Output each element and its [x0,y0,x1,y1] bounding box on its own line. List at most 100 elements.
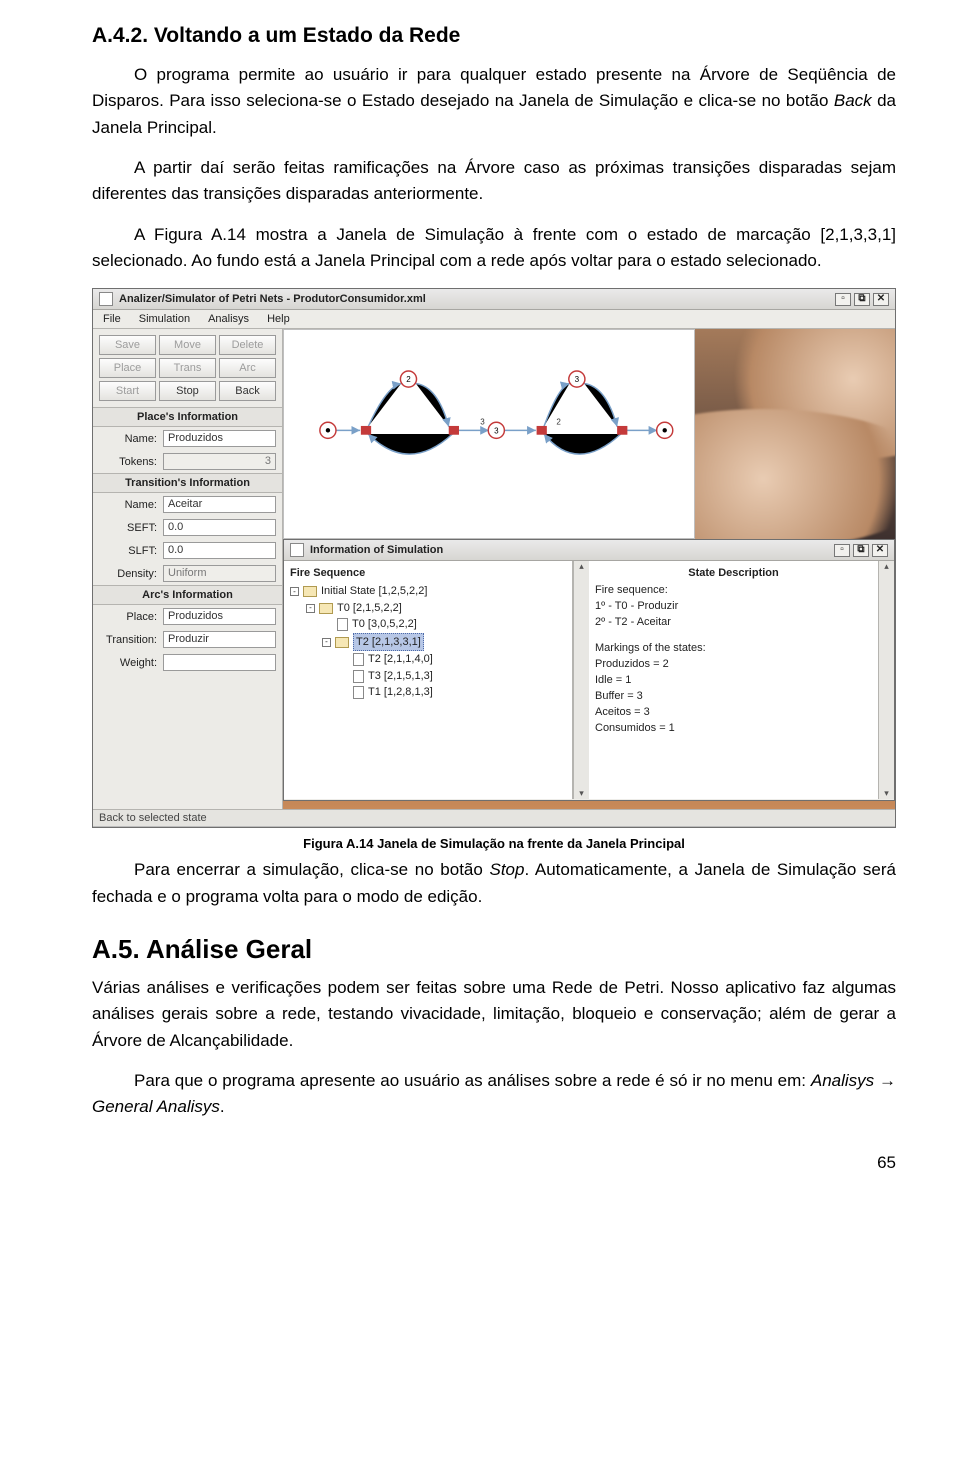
document-icon [353,686,364,699]
start-button[interactable]: Start [99,381,156,401]
stop-button[interactable]: Stop [159,381,216,401]
arc-button[interactable]: Arc [219,358,276,378]
sim-body: Fire Sequence -Initial State [1,2,5,2,2]… [284,561,894,799]
status-bar: Back to selected state [93,809,895,826]
label: Density: [99,568,157,580]
trans-name-field[interactable]: Aceitar [163,496,276,513]
simulation-window: Information of Simulation ▫⧉✕ Fire Seque… [283,539,895,801]
svg-text:2: 2 [406,375,411,384]
text: Markings of the states: [595,641,872,657]
tree-node-label: Initial State [1,2,5,2,2] [321,583,427,600]
app-body: Save Move Delete Place Trans Arc Start S… [93,329,895,809]
arc-trans-field[interactable]: Produzir [163,631,276,648]
menu-help[interactable]: Help [267,313,290,325]
save-button[interactable]: Save [99,335,156,355]
text: 2º - T2 - Aceitar [595,615,872,631]
close-icon[interactable]: ✕ [873,293,889,306]
tree-node[interactable]: - Initial State [1,2,5,2,2] [290,583,566,600]
label: Name: [99,499,157,511]
petri-net-canvas[interactable]: 2 3 3 3 2 [283,329,695,539]
tree-node[interactable]: T2 [2,1,1,4,0] [290,651,566,668]
tree-node[interactable]: T3 [2,1,5,1,3] [290,668,566,685]
app-icon [290,543,304,557]
folder-icon [319,603,333,614]
tree-node-label: T2 [2,1,1,4,0] [368,651,433,668]
menubar: File Simulation Analisys Help [93,310,895,329]
scrollbar[interactable] [878,561,894,799]
tree-toggle-icon[interactable]: - [306,604,315,613]
tree-node[interactable]: -T2 [2,1,3,3,1] [290,633,566,652]
menu-simulation[interactable]: Simulation [139,313,190,325]
sim-titlebar: Information of Simulation ▫⧉✕ [284,540,894,561]
tree-node[interactable]: T0 [3,0,5,2,2] [290,616,566,633]
tree-node-label: T0 [2,1,5,2,2] [337,600,402,617]
place-name-field[interactable]: Produzidos [163,430,276,447]
tree-node-label: T0 [3,0,5,2,2] [352,616,417,633]
transition-section: Transition's Information [93,473,282,493]
label: Name: [99,433,157,445]
place-section: Place's Information [93,407,282,427]
tree-toggle-icon[interactable]: - [322,638,331,647]
content-area: 2 3 3 3 2 Information of Simulation ▫⧉✕ [283,329,895,809]
tree-node[interactable]: T1 [1,2,8,1,3] [290,684,566,701]
figure-caption: Figura A.14 Janela de Simulação na frent… [92,836,896,851]
fire-sequence-pane: Fire Sequence -Initial State [1,2,5,2,2]… [284,561,573,799]
state-desc-heading: State Description [595,567,872,579]
label: Place: [99,611,157,623]
fire-sequence-tree[interactable]: -Initial State [1,2,5,2,2]-T0 [2,1,5,2,2… [290,583,566,701]
menu-analisys[interactable]: Analisys [208,313,249,325]
paragraph: O programa permite ao usuário ir para qu… [92,62,896,141]
back-button[interactable]: Back [219,381,276,401]
arc-weight-field[interactable] [163,654,276,671]
slft-field[interactable]: 0.0 [163,542,276,559]
arc-place-field[interactable]: Produzidos [163,608,276,625]
folder-icon [303,586,317,597]
menu-file[interactable]: File [103,313,121,325]
app-icon [99,292,113,306]
tree-toggle-icon[interactable]: - [290,587,299,596]
min-icon[interactable]: ▫ [834,544,850,557]
trans-button[interactable]: Trans [159,358,216,378]
scrollbar[interactable] [573,561,589,799]
window-controls: ▫ ⧉ ✕ [835,293,889,306]
paragraph: Várias análises e verificações podem ser… [92,975,896,1054]
text: Idle = 1 [595,673,872,689]
seft-field[interactable]: 0.0 [163,519,276,536]
text: Buffer = 3 [595,689,872,705]
label: Transition: [99,634,157,646]
move-button[interactable]: Move [159,335,216,355]
label: SEFT: [99,522,157,534]
max-icon[interactable]: ⧉ [853,544,869,557]
svg-text:3: 3 [494,427,499,436]
max-icon[interactable]: ⧉ [854,293,870,306]
titlebar: Analizer/Simulator of Petri Nets - Produ… [93,289,895,310]
place-button[interactable]: Place [99,358,156,378]
state-desc-pane: State Description Fire sequence: 1º - T0… [589,561,878,799]
section-heading: A.4.2. Voltando a um Estado da Rede [92,24,896,48]
text: O programa permite ao usuário ir para qu… [92,65,896,110]
min-icon[interactable]: ▫ [835,293,851,306]
density-field[interactable]: Uniform [163,565,276,582]
app-window: Analizer/Simulator of Petri Nets - Produ… [92,288,896,828]
label: Tokens: [99,456,157,468]
text: Produzidos = 2 [595,657,872,673]
sim-title: Information of Simulation [310,544,443,556]
close-icon[interactable]: ✕ [872,544,888,557]
text: 1º - T0 - Produzir [595,599,872,615]
tree-node-label: T3 [2,1,5,1,3] [368,668,433,685]
delete-button[interactable]: Delete [219,335,276,355]
italic: Back [834,91,872,110]
svg-text:3: 3 [575,375,580,384]
tokens-field: 3 [163,453,276,470]
section-heading: A.5. Análise Geral [92,934,896,965]
paragraph: Para que o programa apresente ao usuário… [92,1068,896,1121]
folder-icon [335,637,349,648]
svg-text:3: 3 [480,418,485,427]
tree-node[interactable]: - T0 [2,1,5,2,2] [290,600,566,617]
label: SLFT: [99,545,157,557]
page-number: 65 [92,1153,896,1173]
text: Fire sequence: [595,583,872,599]
document-icon [353,670,364,683]
figure: Analizer/Simulator of Petri Nets - Produ… [92,288,896,851]
arc-section: Arc's Information [93,585,282,605]
